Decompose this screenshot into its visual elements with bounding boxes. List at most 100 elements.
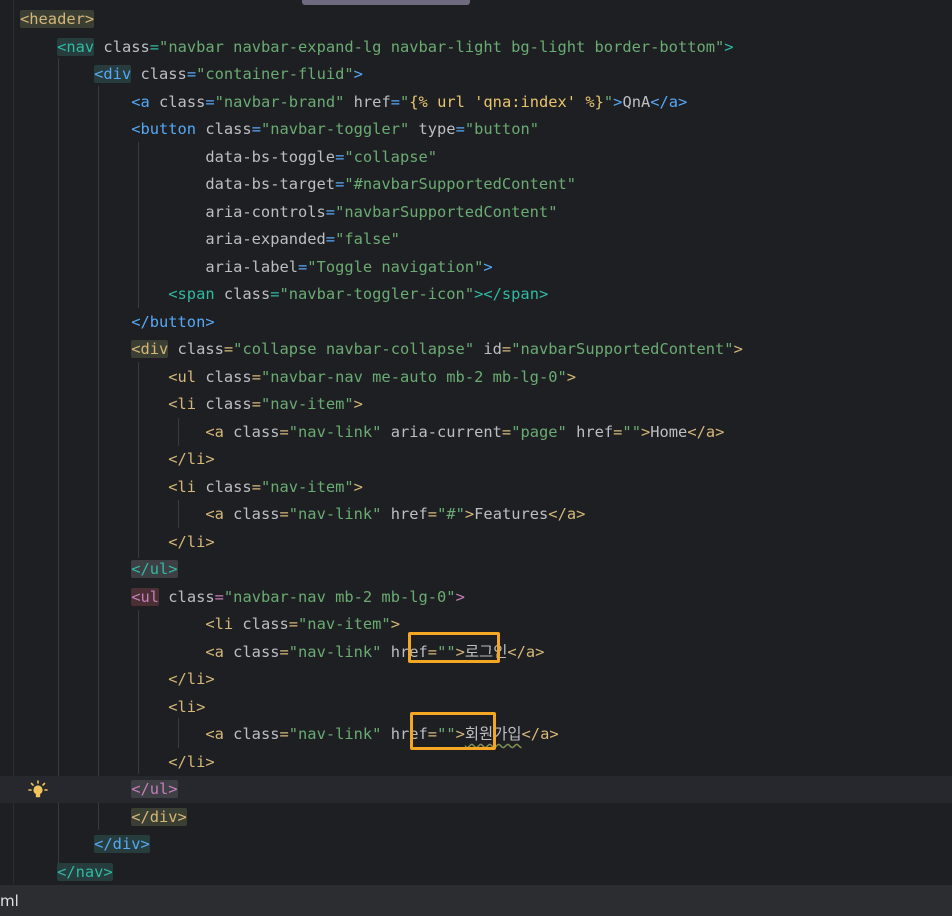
code-line[interactable]: <ul class="navbar-nav me-auto mb-2 mb-lg… bbox=[0, 364, 952, 391]
code-token: class bbox=[223, 725, 280, 743]
code-token: = bbox=[288, 615, 299, 633]
code-line[interactable]: <span class="navbar-toggler-icon"></span… bbox=[0, 281, 952, 308]
code-token: "navbarSupportedContent" bbox=[511, 340, 734, 358]
code-line-text: <li class="nav-item"> bbox=[20, 391, 363, 418]
code-line[interactable]: <div class="container-fluid"> bbox=[0, 61, 952, 88]
code-token: class bbox=[196, 477, 252, 496]
highlight-box-href-login bbox=[408, 632, 500, 663]
code-token: "Toggle navigation" bbox=[307, 257, 484, 276]
code-token: = bbox=[501, 422, 512, 441]
code-line[interactable]: <li class="nav-item"> bbox=[0, 474, 952, 501]
code-line[interactable]: aria-expanded="false" bbox=[0, 226, 952, 253]
code-token: = bbox=[251, 477, 261, 496]
code-token: " bbox=[603, 92, 614, 111]
code-token: "navbar-brand" bbox=[214, 92, 345, 111]
code-token: = bbox=[501, 340, 512, 358]
code-token: <li bbox=[168, 477, 197, 496]
code-line[interactable]: aria-label="Toggle navigation"> bbox=[0, 254, 952, 281]
code-token: href bbox=[344, 92, 391, 111]
code-token: <li bbox=[168, 395, 197, 413]
code-line[interactable]: data-bs-toggle="collapse" bbox=[0, 144, 952, 171]
code-token: <a bbox=[205, 422, 224, 441]
code-line[interactable]: <button class="navbar-toggler" type="but… bbox=[0, 116, 952, 143]
code-token: "navbar-nav me-auto mb-2 mb-lg-0" bbox=[260, 367, 567, 386]
code-line[interactable]: </li> bbox=[0, 529, 952, 556]
code-line-text: </div> bbox=[20, 804, 187, 831]
code-token: </a> bbox=[507, 642, 545, 661]
code-line[interactable]: <nav class="navbar navbar-expand-lg navb… bbox=[0, 34, 952, 61]
code-token: "#" bbox=[437, 505, 465, 523]
code-line[interactable]: </div> bbox=[0, 831, 952, 858]
code-editor[interactable]: <header> <nav class="navbar navbar-expan… bbox=[0, 0, 952, 884]
code-line[interactable]: <header> bbox=[0, 6, 952, 33]
code-token: type bbox=[409, 120, 456, 138]
horizontal-scrollbar-thumb[interactable] bbox=[302, 0, 470, 5]
code-token: Home bbox=[650, 422, 688, 441]
file-type-label[interactable]: ml bbox=[0, 892, 19, 910]
code-line-text: <li class="nav-item"> bbox=[20, 474, 363, 501]
code-line[interactable]: <a class="navbar-brand" href="{% url 'qn… bbox=[0, 89, 952, 116]
code-token: class bbox=[223, 422, 280, 441]
code-token: <ul bbox=[131, 587, 160, 606]
code-line[interactable]: </li> bbox=[0, 749, 952, 776]
code-token: = bbox=[298, 257, 308, 276]
code-token: href bbox=[381, 505, 428, 523]
code-token: "button" bbox=[464, 120, 539, 138]
code-token: > bbox=[483, 257, 493, 276]
code-line-text: aria-label="Toggle navigation"> bbox=[20, 254, 493, 281]
code-token: data-bs-toggle bbox=[205, 147, 336, 166]
code-line[interactable]: </nav> bbox=[0, 859, 952, 885]
code-line[interactable]: </li> bbox=[0, 666, 952, 693]
code-token: class bbox=[196, 367, 252, 386]
code-line[interactable]: </ul> bbox=[0, 776, 952, 803]
code-token: data-bs-target bbox=[205, 175, 336, 193]
code-token: = bbox=[335, 175, 345, 193]
code-token: "nav-item" bbox=[260, 395, 354, 413]
code-token: class bbox=[233, 615, 289, 633]
code-token: <a bbox=[205, 725, 224, 743]
code-line-text: </ul> bbox=[20, 556, 178, 583]
code-token: = bbox=[335, 147, 345, 166]
code-token: </li> bbox=[168, 450, 215, 468]
code-token: "#navbarSupportedContent" bbox=[344, 175, 576, 193]
code-line[interactable]: aria-controls="navbarSupportedContent" bbox=[0, 199, 952, 226]
code-token: > bbox=[724, 37, 734, 56]
code-line-text: aria-controls="navbarSupportedContent" bbox=[20, 199, 557, 226]
code-token: href bbox=[566, 422, 614, 441]
code-line-text: <span class="navbar-toggler-icon"></span… bbox=[20, 281, 548, 308]
code-token: = bbox=[223, 340, 234, 358]
code-line[interactable]: </li> bbox=[0, 446, 952, 473]
code-line[interactable]: </div> bbox=[0, 804, 952, 831]
code-line[interactable]: <a class="nav-link" href="#">Features</a… bbox=[0, 501, 952, 528]
code-line-text: data-bs-toggle="collapse" bbox=[20, 144, 437, 171]
code-token: </div> bbox=[131, 807, 187, 826]
code-token: "navbar navbar-expand-lg navbar-light bg… bbox=[159, 37, 725, 56]
code-token: id bbox=[474, 340, 502, 358]
code-line[interactable]: <li class="nav-item"> bbox=[0, 391, 952, 418]
code-token: class bbox=[196, 395, 252, 413]
code-line-text: </nav> bbox=[20, 859, 113, 885]
code-line[interactable]: </button> bbox=[0, 309, 952, 336]
code-token: class bbox=[223, 505, 280, 523]
code-token: = bbox=[279, 642, 289, 661]
code-line[interactable]: </ul> bbox=[0, 556, 952, 583]
code-line[interactable]: data-bs-target="#navbarSupportedContent" bbox=[0, 171, 952, 198]
status-bar: ml bbox=[0, 884, 952, 916]
code-token: <a bbox=[131, 92, 150, 111]
code-line-text: <ul class="navbar-nav me-auto mb-2 mb-lg… bbox=[20, 364, 576, 391]
code-token: > bbox=[464, 505, 475, 523]
lightbulb-icon[interactable] bbox=[28, 780, 48, 800]
code-line[interactable]: <div class="collapse navbar-collapse" id… bbox=[0, 336, 952, 363]
code-line[interactable]: <ul class="navbar-nav mb-2 mb-lg-0"> bbox=[0, 584, 952, 611]
code-token: class bbox=[131, 65, 187, 83]
code-line[interactable]: <a class="nav-link" aria-current="page" … bbox=[0, 419, 952, 446]
